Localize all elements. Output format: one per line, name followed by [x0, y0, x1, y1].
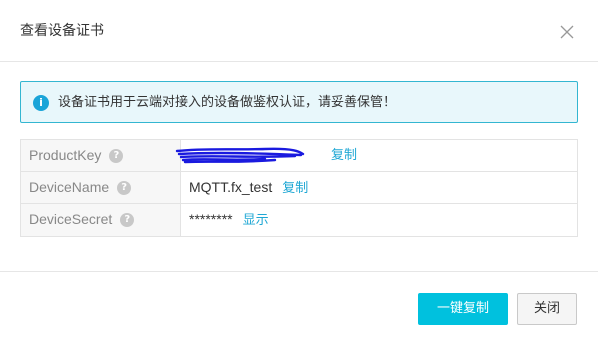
close-button[interactable]: 关闭: [517, 293, 577, 325]
row-value: MQTT.fx_test 复制: [189, 172, 308, 203]
row-key: DeviceName?: [21, 172, 181, 203]
dialog-footer: 一键复制 关闭: [0, 271, 598, 341]
device-name-value: MQTT.fx_test: [189, 179, 273, 195]
help-icon[interactable]: ?: [120, 212, 135, 227]
copy-device-name-link[interactable]: 复制: [282, 181, 308, 196]
alert-message: 设备证书用于云端对接入的设备做鉴权认证，请妥善保管！: [58, 95, 397, 110]
row-value: ******** 显示: [189, 204, 269, 236]
redaction-scribble: [175, 147, 305, 164]
help-icon[interactable]: ?: [109, 148, 124, 163]
table-row-device-name: DeviceName? MQTT.fx_test 复制: [21, 172, 577, 204]
row-key: DeviceSecret?: [21, 204, 181, 236]
dialog-header: 查看设备证书: [0, 0, 598, 62]
row-key: ProductKey?: [21, 140, 181, 171]
copy-all-button[interactable]: 一键复制: [418, 293, 508, 325]
close-icon[interactable]: [558, 23, 576, 41]
device-secret-label: DeviceSecret: [29, 211, 113, 227]
device-certificate-dialog: 查看设备证书 i 设备证书用于云端对接入的设备做鉴权认证，请妥善保管！ Prod…: [0, 0, 598, 341]
info-icon: i: [33, 95, 49, 111]
dialog-title: 查看设备证书: [20, 23, 104, 39]
table-row-device-secret: DeviceSecret? ******** 显示: [21, 204, 577, 236]
product-key-label: ProductKey: [29, 147, 102, 163]
help-icon[interactable]: ?: [117, 180, 132, 195]
show-device-secret-link[interactable]: 显示: [243, 213, 269, 228]
info-alert: i 设备证书用于云端对接入的设备做鉴权认证，请妥善保管！: [20, 81, 578, 123]
device-name-label: DeviceName: [29, 179, 110, 195]
device-secret-value: ********: [189, 211, 233, 227]
copy-product-key-link[interactable]: 复制: [331, 148, 357, 163]
